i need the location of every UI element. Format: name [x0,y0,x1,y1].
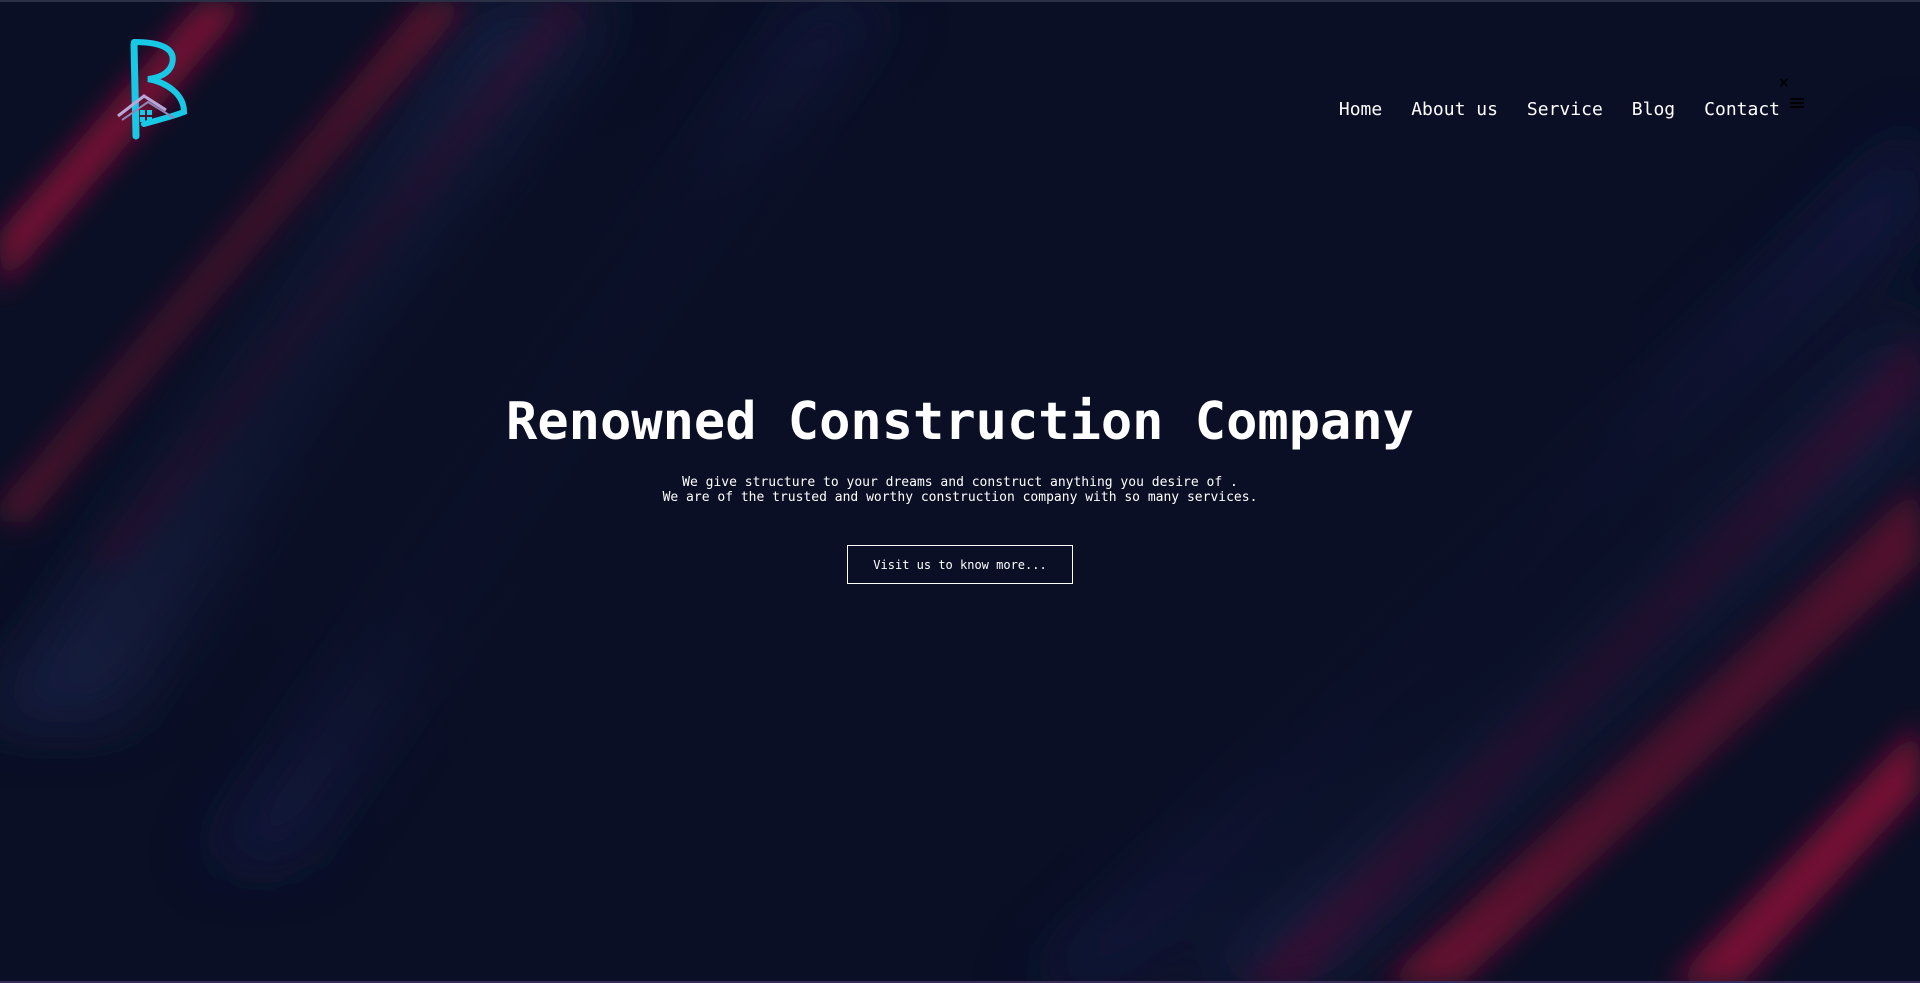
close-icon[interactable]: × [1778,76,1790,90]
visit-more-button[interactable]: Visit us to know more... [847,545,1073,584]
nav-about-us[interactable]: About us [1411,99,1498,120]
hero-subtitle-line-2: We are of the trusted and worthy constru… [662,490,1258,505]
hero-section: Home About us Service Blog Contact × Ren… [0,0,1920,983]
main-navigation: Home About us Service Blog Contact [1339,99,1780,120]
nav-contact[interactable]: Contact [1704,99,1780,120]
nav-blog[interactable]: Blog [1632,99,1675,120]
hero-title: Renowned Construction Company [506,392,1414,452]
company-logo-icon [117,39,188,140]
company-logo[interactable] [114,38,198,142]
hero-subtitle-line-1: We give structure to your dreams and con… [682,475,1238,490]
nav-home[interactable]: Home [1339,99,1382,120]
hamburger-menu-icon[interactable] [1790,98,1804,108]
nav-service[interactable]: Service [1527,99,1603,120]
